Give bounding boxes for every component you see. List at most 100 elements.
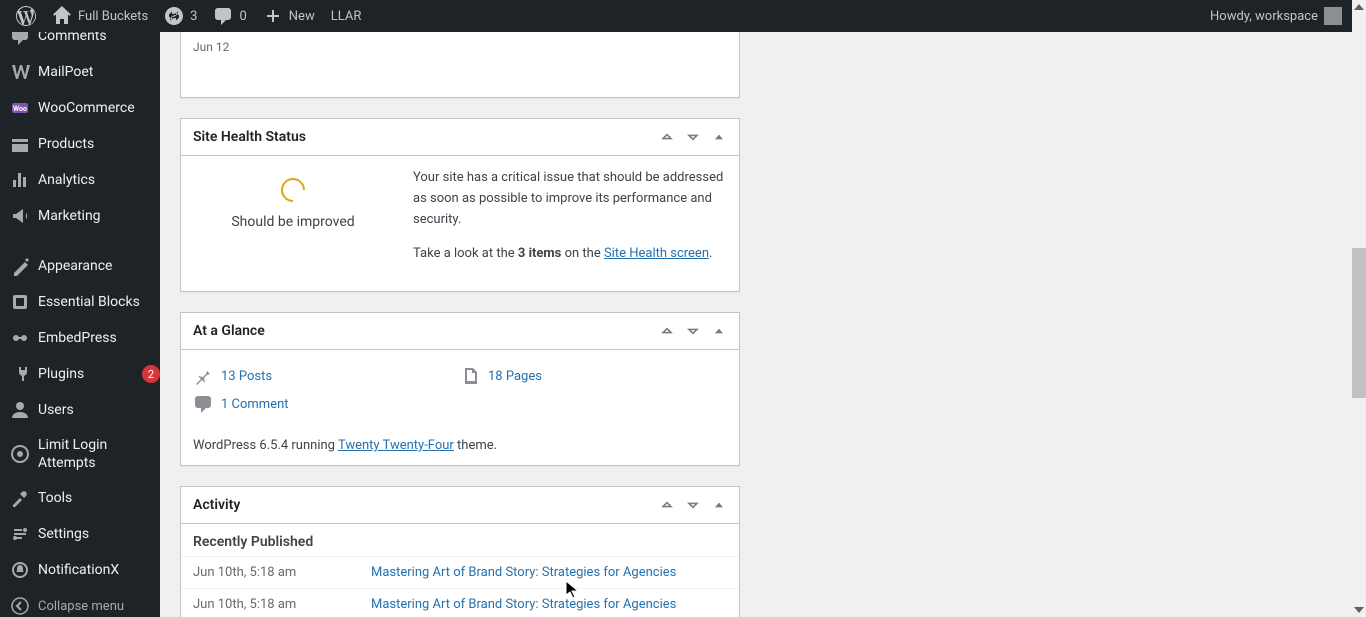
move-down-button[interactable] bbox=[685, 497, 701, 513]
move-up-button[interactable] bbox=[659, 323, 675, 339]
menu-essential-blocks[interactable]: Essential Blocks bbox=[0, 284, 160, 320]
menu-embedpress[interactable]: EmbedPress bbox=[0, 320, 160, 356]
toggle-button[interactable] bbox=[711, 323, 727, 339]
menu-mailpoet[interactable]: MailPoet bbox=[0, 54, 160, 90]
menu-marketing[interactable]: Marketing bbox=[0, 198, 160, 234]
activity-date: Jun 10th, 5:18 am bbox=[193, 597, 371, 612]
settings-icon bbox=[10, 524, 30, 544]
menu-label: NotificationX bbox=[38, 562, 160, 578]
site-health-widget: Site Health Status Should be improved Yo… bbox=[180, 118, 740, 292]
glance-pages-label: 18 Pages bbox=[488, 369, 542, 384]
activity-widget: Activity Recently Published Jun 10th, 5:… bbox=[180, 486, 740, 617]
marketing-icon bbox=[10, 206, 30, 226]
menu-label: MailPoet bbox=[38, 64, 160, 80]
wordpress-logo-item[interactable] bbox=[8, 0, 44, 32]
move-up-button[interactable] bbox=[659, 129, 675, 145]
menu-limit-login[interactable]: Limit Login Attempts bbox=[0, 428, 160, 480]
scroll-down-button[interactable] bbox=[1352, 603, 1366, 617]
comment-bubble-icon bbox=[213, 6, 233, 26]
comment-icon bbox=[10, 32, 30, 46]
menu-label: Settings bbox=[38, 526, 160, 542]
menu-analytics[interactable]: Analytics bbox=[0, 162, 160, 198]
menu-label: Limit Login Attempts bbox=[38, 436, 160, 472]
partial-date: Jun 12 bbox=[193, 40, 229, 54]
admin-bar-right: Howdy, workspace bbox=[1202, 0, 1358, 32]
woocommerce-icon: Woo bbox=[10, 98, 30, 118]
scroll-thumb[interactable] bbox=[1352, 248, 1366, 398]
products-icon bbox=[10, 134, 30, 154]
llar-item[interactable]: LLAR bbox=[323, 0, 370, 32]
toggle-button[interactable] bbox=[711, 129, 727, 145]
activity-post-link[interactable]: Mastering Art of Brand Story: Strategies… bbox=[371, 565, 676, 580]
new-content-item[interactable]: New bbox=[255, 0, 323, 32]
glance-posts-link[interactable]: 13 Posts bbox=[193, 362, 460, 390]
menu-products[interactable]: Products bbox=[0, 126, 160, 162]
toggle-button[interactable] bbox=[711, 497, 727, 513]
main-content: Jun 12 Site Health Status Should be bbox=[160, 32, 1352, 617]
partial-widget: Jun 12 bbox=[180, 32, 740, 98]
plus-icon bbox=[263, 6, 283, 26]
activity-row: Jun 10th, 5:18 am Mastering Art of Brand… bbox=[181, 556, 739, 588]
widget-title: Site Health Status bbox=[193, 129, 306, 145]
menu-label: Comments bbox=[38, 32, 160, 44]
embedpress-icon bbox=[10, 328, 30, 348]
menu-settings[interactable]: Settings bbox=[0, 516, 160, 552]
blocks-icon bbox=[10, 292, 30, 312]
comment-icon bbox=[193, 394, 213, 414]
plugins-update-badge: 2 bbox=[142, 365, 160, 383]
menu-notificationx[interactable]: NotificationX bbox=[0, 552, 160, 588]
site-name-item[interactable]: Full Buckets bbox=[44, 0, 156, 32]
widget-header: Activity bbox=[181, 487, 739, 524]
menu-woocommerce[interactable]: Woo WooCommerce bbox=[0, 90, 160, 126]
move-down-button[interactable] bbox=[685, 129, 701, 145]
updates-icon bbox=[164, 6, 184, 26]
menu-tools[interactable]: Tools bbox=[0, 480, 160, 516]
menu-label: Analytics bbox=[38, 172, 160, 188]
scroll-up-button[interactable] bbox=[1352, 0, 1366, 14]
analytics-icon bbox=[10, 170, 30, 190]
health-description: Your site has a critical issue that shou… bbox=[413, 168, 727, 230]
activity-row: Jun 10th, 5:18 am Mastering Art of Brand… bbox=[181, 588, 739, 617]
menu-users[interactable]: Users bbox=[0, 392, 160, 428]
admin-bar: Full Buckets 3 0 New LLAR bbox=[0, 0, 1366, 32]
new-label: New bbox=[289, 9, 315, 24]
wordpress-logo-icon bbox=[16, 6, 36, 26]
widget-title: Activity bbox=[193, 497, 240, 513]
users-icon bbox=[10, 400, 30, 420]
menu-appearance[interactable]: Appearance bbox=[0, 248, 160, 284]
menu-label: Plugins bbox=[38, 366, 130, 382]
updates-item[interactable]: 3 bbox=[156, 0, 205, 32]
activity-date: Jun 10th, 5:18 am bbox=[193, 565, 371, 580]
menu-label: WooCommerce bbox=[38, 100, 160, 116]
collapse-menu[interactable]: Collapse menu bbox=[0, 588, 160, 617]
health-cta: Take a look at the 3 items on the Site H… bbox=[413, 244, 727, 265]
health-circle-icon bbox=[276, 173, 310, 207]
site-name-label: Full Buckets bbox=[78, 9, 148, 24]
glance-pages-link[interactable]: 18 Pages bbox=[460, 362, 727, 390]
activity-post-link[interactable]: Mastering Art of Brand Story: Strategies… bbox=[371, 597, 676, 612]
notification-icon bbox=[10, 560, 30, 580]
glance-comments-link[interactable]: 1 Comment bbox=[193, 390, 460, 418]
move-down-button[interactable] bbox=[685, 323, 701, 339]
my-account-item[interactable]: Howdy, workspace bbox=[1202, 0, 1350, 32]
page-scrollbar[interactable] bbox=[1352, 0, 1366, 617]
updates-count: 3 bbox=[190, 9, 197, 24]
site-health-link[interactable]: Site Health screen bbox=[604, 246, 709, 261]
comments-item[interactable]: 0 bbox=[205, 0, 254, 32]
activity-list: Jun 10th, 5:18 am Mastering Art of Brand… bbox=[181, 556, 739, 617]
menu-label: Users bbox=[38, 402, 160, 418]
admin-sidebar: Comments MailPoet Woo WooCommerce Produc… bbox=[0, 32, 160, 617]
widget-header: At a Glance bbox=[181, 313, 739, 350]
menu-plugins[interactable]: Plugins 2 bbox=[0, 356, 160, 392]
menu-comments[interactable]: Comments bbox=[0, 32, 160, 54]
admin-bar-left: Full Buckets 3 0 New LLAR bbox=[8, 0, 369, 32]
widget-title: At a Glance bbox=[193, 323, 265, 339]
theme-link[interactable]: Twenty Twenty-Four bbox=[338, 438, 454, 453]
menu-label: Essential Blocks bbox=[38, 294, 160, 310]
tools-icon bbox=[10, 488, 30, 508]
menu-label: EmbedPress bbox=[38, 330, 160, 346]
menu-label: Products bbox=[38, 136, 160, 152]
comments-count: 0 bbox=[239, 9, 246, 24]
svg-text:Woo: Woo bbox=[13, 105, 27, 113]
move-up-button[interactable] bbox=[659, 497, 675, 513]
